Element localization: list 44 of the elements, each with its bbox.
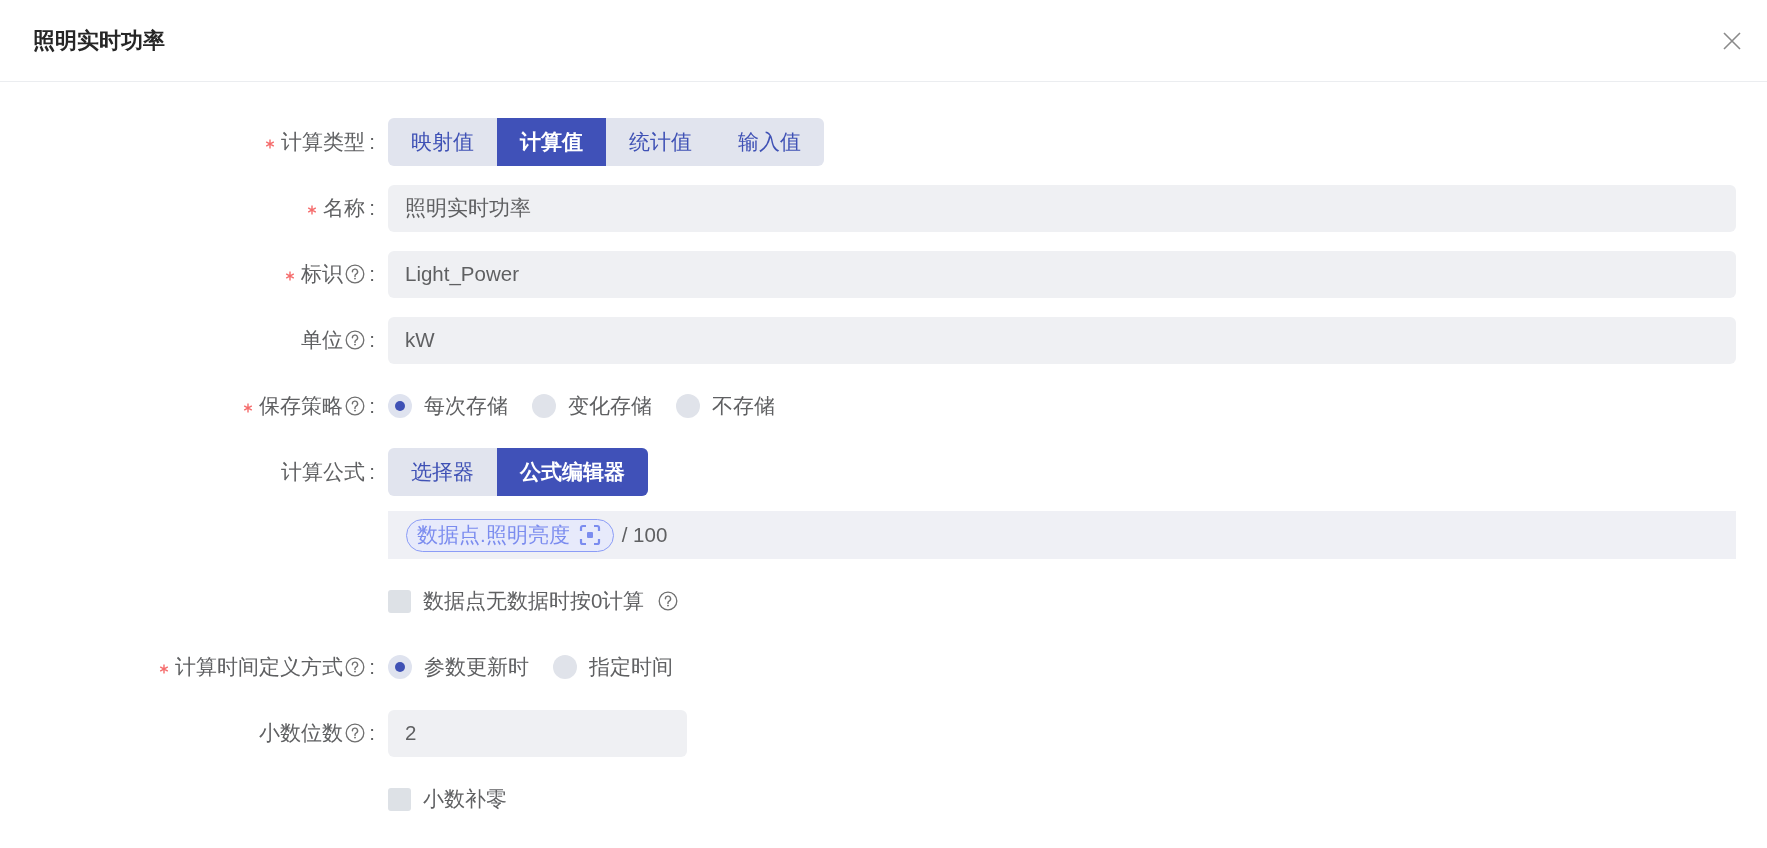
- field-label: 保存策略: [259, 393, 344, 419]
- field-label: 标识: [301, 261, 344, 287]
- segment-tab[interactable]: 映射值: [388, 118, 497, 166]
- label-colon: :: [368, 328, 376, 352]
- formula-text: / 100: [621, 523, 668, 547]
- help-icon[interactable]: [345, 723, 366, 743]
- help-icon[interactable]: [345, 264, 366, 284]
- field-label: 计算公式: [281, 459, 366, 485]
- label-colon: :: [368, 196, 376, 220]
- label-colon: :: [368, 460, 376, 484]
- segment-tab[interactable]: 选择器: [388, 448, 497, 496]
- field-label: 小数位数: [259, 720, 344, 746]
- segment-tab[interactable]: 计算值: [497, 118, 606, 166]
- field-label: 单位: [301, 327, 344, 353]
- radio-option[interactable]: 参数更新时: [388, 653, 529, 681]
- help-icon[interactable]: [345, 396, 366, 416]
- close-icon[interactable]: [1723, 31, 1741, 50]
- field-label: 名称: [323, 195, 366, 221]
- radio-option[interactable]: 指定时间: [553, 653, 673, 681]
- segment-tab[interactable]: 输入值: [715, 118, 824, 166]
- text-input[interactable]: kW: [388, 316, 1736, 364]
- segment-tab[interactable]: 统计值: [606, 118, 715, 166]
- label-colon: :: [368, 262, 376, 286]
- help-icon[interactable]: [345, 330, 366, 350]
- segment-tab[interactable]: 公式编辑器: [497, 448, 648, 496]
- label-colon: :: [368, 655, 376, 679]
- label-colon: :: [368, 130, 376, 154]
- radio-option[interactable]: 每次存储: [388, 392, 508, 420]
- checkbox-option[interactable]: 数据点无数据时按0计算: [388, 587, 645, 615]
- field-label: 计算时间定义方式: [175, 654, 344, 680]
- text-input[interactable]: Light_Power: [388, 250, 1736, 298]
- text-input[interactable]: 照明实时功率: [388, 184, 1736, 232]
- help-icon[interactable]: [658, 591, 679, 611]
- field-label: 计算类型: [281, 129, 366, 155]
- formula-editor-field[interactable]: 数据点.照明亮度 / 100: [388, 511, 1736, 559]
- number-input[interactable]: 2: [388, 709, 687, 757]
- label-colon: :: [368, 394, 376, 418]
- help-icon[interactable]: [345, 657, 366, 677]
- dialog-title: 照明实时功率: [33, 26, 165, 55]
- radio-option[interactable]: 不存储: [676, 392, 775, 420]
- label-colon: :: [368, 721, 376, 745]
- radio-option[interactable]: 变化存储: [532, 392, 652, 420]
- focus-frame-icon: [578, 524, 601, 546]
- checkbox-option[interactable]: 小数补零: [388, 785, 507, 813]
